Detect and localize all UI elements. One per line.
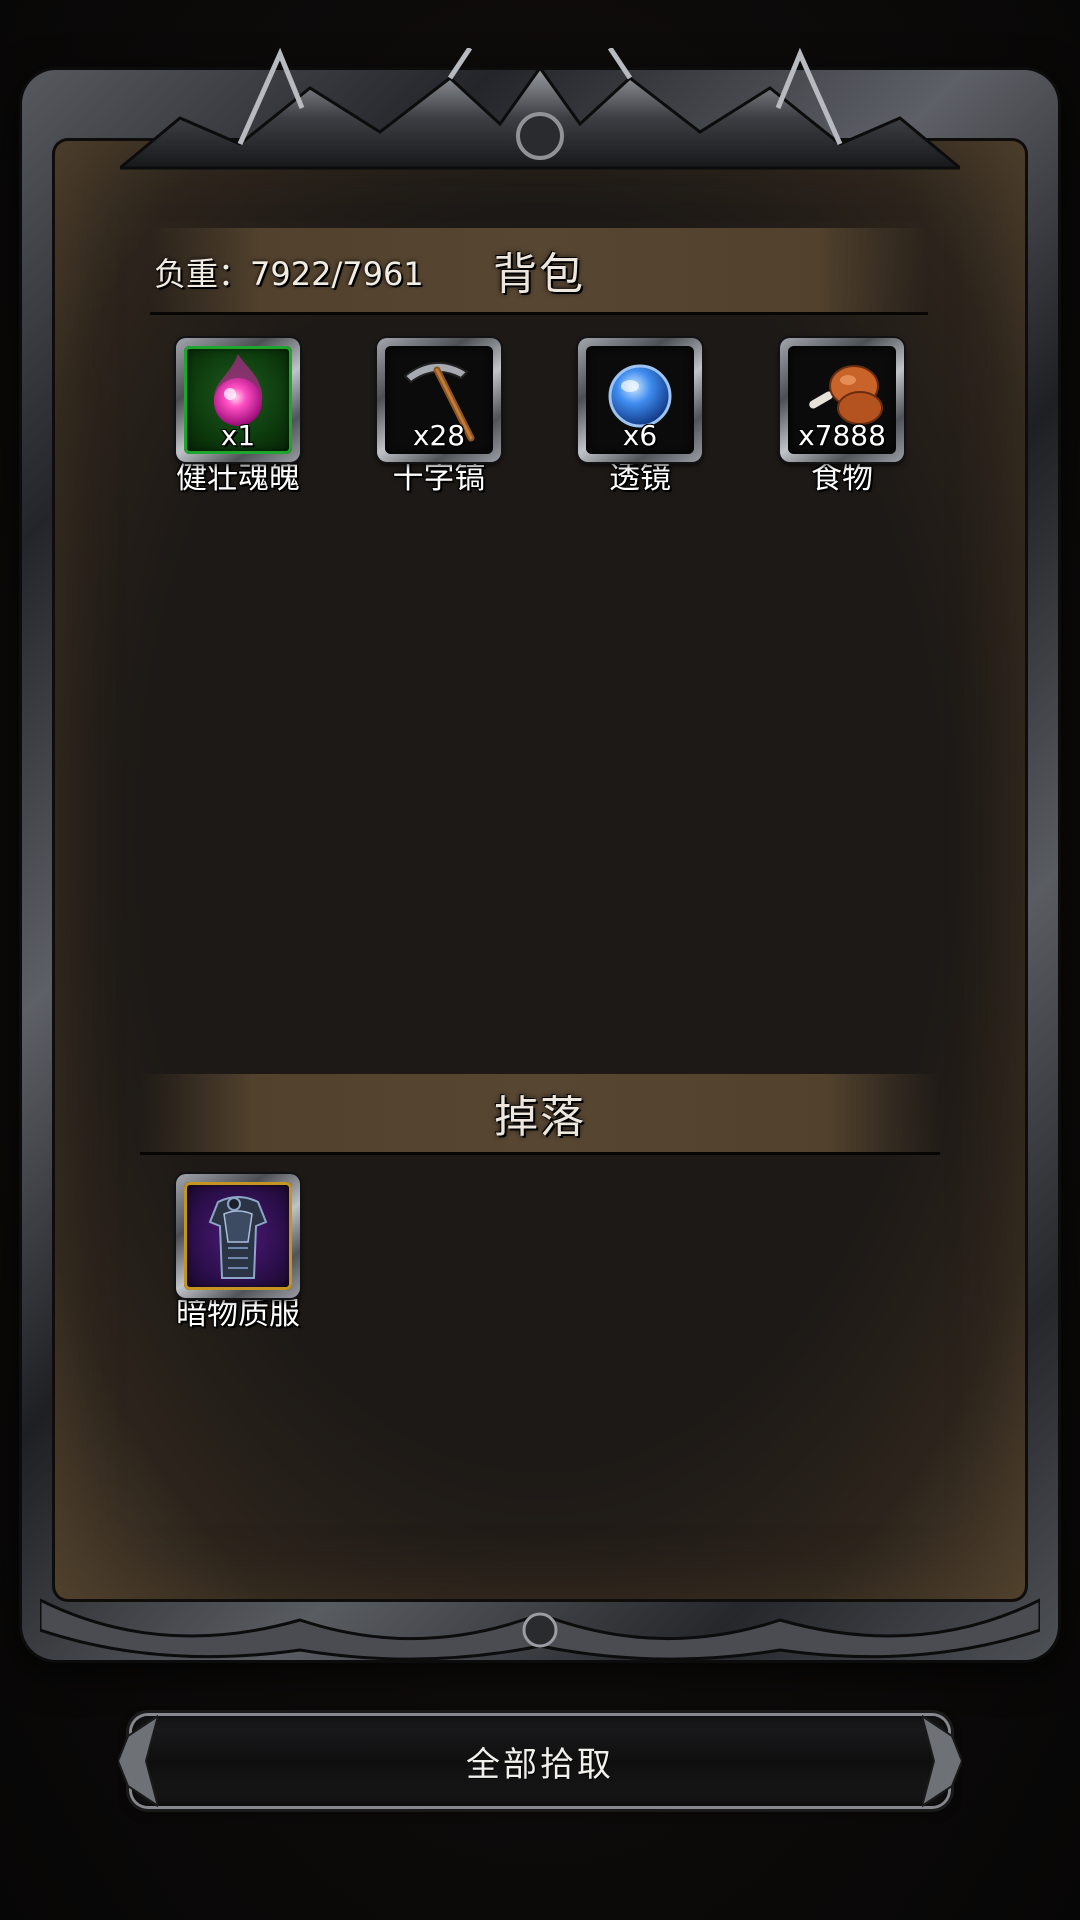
item-slot[interactable]: x28 xyxy=(377,338,501,462)
item-slot[interactable] xyxy=(176,1174,300,1298)
drop-header-bar: 掉落 xyxy=(140,1074,940,1155)
item-slot[interactable]: x6 xyxy=(578,338,702,462)
bag-item-food[interactable]: x7888 食物 xyxy=(762,338,922,497)
drop-title: 掉落 xyxy=(494,1092,586,1143)
item-quantity: x6 xyxy=(622,419,658,452)
inventory-screen: 背包 负重：7922/7961 x1 健壮魂魄 x28 十字镐 x6 透镜 x7… xyxy=(0,0,1080,1920)
item-slot[interactable]: x7888 xyxy=(780,338,904,462)
button-right-spike-icon xyxy=(922,1714,962,1808)
pickup-all-button[interactable]: 全部拾取 xyxy=(118,1714,962,1808)
button-left-spike-icon xyxy=(118,1714,158,1808)
frame-top-ornament-icon xyxy=(120,48,960,170)
pickup-all-label: 全部拾取 xyxy=(466,1744,614,1785)
dark-armor-icon xyxy=(208,1196,268,1279)
item-quantity: x1 xyxy=(220,419,256,452)
frame-bottom-ornament-icon xyxy=(40,1598,1040,1661)
drop-item-armor[interactable]: 暗物质服 xyxy=(158,1174,318,1333)
item-slot[interactable]: x1 xyxy=(176,338,300,462)
bag-item-soul[interactable]: x1 健壮魂魄 xyxy=(158,338,318,497)
item-quantity: x7888 xyxy=(798,419,886,452)
bag-item-pickaxe[interactable]: x28 十字镐 xyxy=(359,338,519,497)
bag-item-lens[interactable]: x6 透镜 xyxy=(560,338,720,497)
weight-capacity: 负重：7922/7961 xyxy=(154,255,424,293)
item-quantity: x28 xyxy=(412,419,466,452)
